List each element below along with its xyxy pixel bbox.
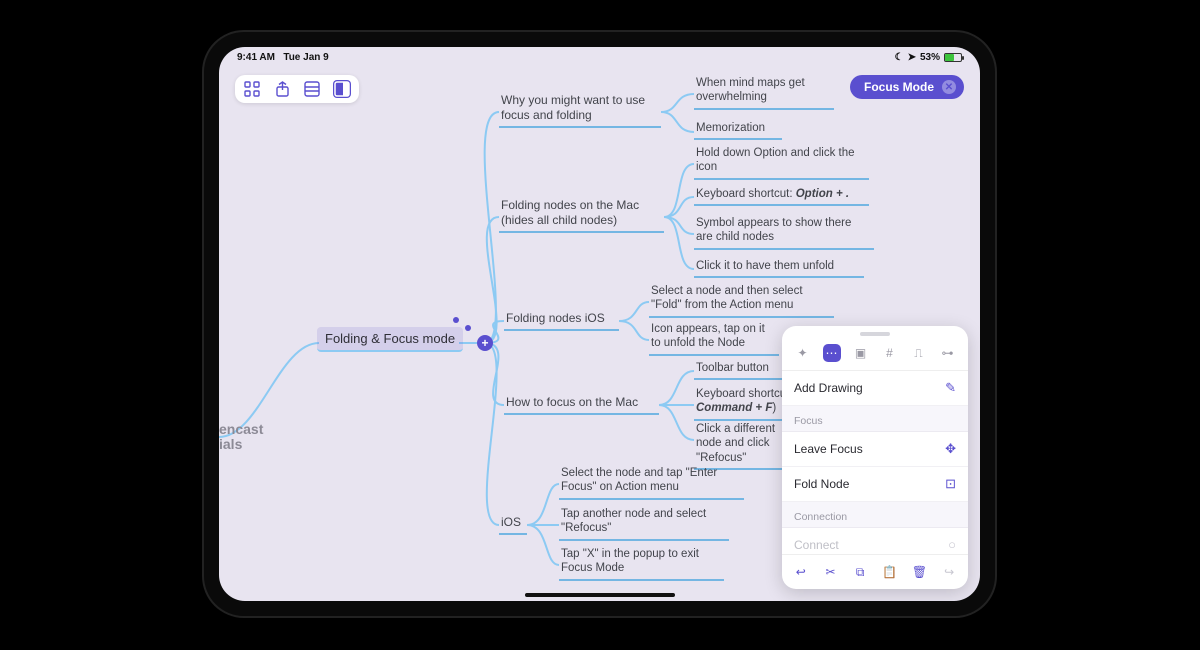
connect-row[interactable]: Connect ○ (782, 528, 968, 554)
branch-node[interactable]: Folding nodes on the Mac (hides all chil… (499, 196, 664, 233)
tab-link-icon[interactable]: ⊶ (939, 344, 957, 362)
parent-node-ghost: encast ials (219, 422, 279, 453)
root-node[interactable]: Folding & Focus mode (317, 327, 463, 352)
tab-node-icon[interactable]: ✦ (794, 344, 812, 362)
home-indicator[interactable] (525, 593, 675, 597)
crosshair-icon: ✥ (945, 441, 956, 457)
branch-node[interactable]: How to focus on the Mac (504, 393, 659, 415)
cut-icon[interactable]: ✂ (821, 563, 839, 581)
branch-node[interactable]: iOS (499, 513, 527, 535)
leave-focus-label: Leave Focus (794, 442, 863, 456)
leaf-node[interactable]: Memorization (694, 119, 782, 140)
section-focus-header: Focus (782, 406, 968, 432)
panel-footer: ↩ ✂ ⧉ 📋 🗑 ↪ (782, 554, 968, 589)
screen: 9:41 AM Tue Jan 9 ☾ ➤ 53% Focus Mode ✕ (219, 47, 980, 601)
drag-handle[interactable] (782, 326, 968, 342)
redo-icon[interactable]: ↪ (940, 563, 958, 581)
root-node-label: Folding & Focus mode (325, 331, 455, 346)
leaf-node[interactable]: Icon appears, tap on it to unfold the No… (649, 320, 779, 356)
add-drawing-row[interactable]: Add Drawing ✎ (782, 371, 968, 406)
tab-tag-icon[interactable]: # (881, 344, 899, 362)
ipad-frame: 9:41 AM Tue Jan 9 ☾ ➤ 53% Focus Mode ✕ (204, 32, 995, 616)
trash-icon[interactable]: 🗑 (910, 563, 928, 581)
action-panel[interactable]: ✦ ⋯ ▣ # ⎍ ⊶ Add Drawing ✎ Focus Leave Fo… (782, 326, 968, 589)
leaf-node[interactable]: Click it to have them unfold (694, 257, 864, 278)
node-marker-icon (453, 317, 459, 323)
leave-focus-row[interactable]: Leave Focus ✥ (782, 432, 968, 467)
pencil-icon: ✎ (945, 380, 956, 396)
copy-icon[interactable]: ⧉ (851, 563, 869, 581)
leaf-node[interactable]: When mind maps get overwhelming (694, 74, 834, 110)
leaf-node[interactable]: Toolbar button (694, 359, 784, 380)
tab-image-icon[interactable]: ▣ (852, 344, 870, 362)
ellipsis-icon: ⊡ (945, 476, 956, 492)
branch-node[interactable]: Why you might want to use focus and fold… (499, 91, 661, 128)
undo-icon[interactable]: ↩ (792, 563, 810, 581)
leaf-node[interactable]: Tap another node and select "Refocus" (559, 505, 729, 541)
connect-label: Connect (794, 538, 839, 552)
fold-node-row[interactable]: Fold Node ⊡ (782, 467, 968, 502)
panel-tab-row: ✦ ⋯ ▣ # ⎍ ⊶ (782, 342, 968, 371)
branch-node[interactable]: Folding nodes iOS (504, 309, 619, 331)
add-node-button[interactable]: + (477, 335, 493, 351)
connect-icon: ○ (948, 537, 956, 552)
paste-icon[interactable]: 📋 (881, 563, 899, 581)
leaf-node[interactable]: Hold down Option and click the icon (694, 144, 869, 180)
leaf-node[interactable]: Select the node and tap "Enter Focus" on… (559, 464, 744, 500)
tab-actions-icon[interactable]: ⋯ (823, 344, 841, 362)
leaf-node[interactable]: Symbol appears to show there are child n… (694, 214, 874, 250)
fold-node-label: Fold Node (794, 477, 849, 491)
leaf-node[interactable]: Keyboard shortcut: Option + . (694, 185, 869, 206)
tab-style-icon[interactable]: ⎍ (910, 344, 928, 362)
node-marker-icon (465, 325, 471, 331)
leaf-node[interactable]: Select a node and then select "Fold" fro… (649, 282, 834, 318)
section-connection-header: Connection (782, 502, 968, 528)
leaf-node[interactable]: Tap "X" in the popup to exit Focus Mode (559, 545, 724, 581)
add-drawing-label: Add Drawing (794, 381, 863, 395)
